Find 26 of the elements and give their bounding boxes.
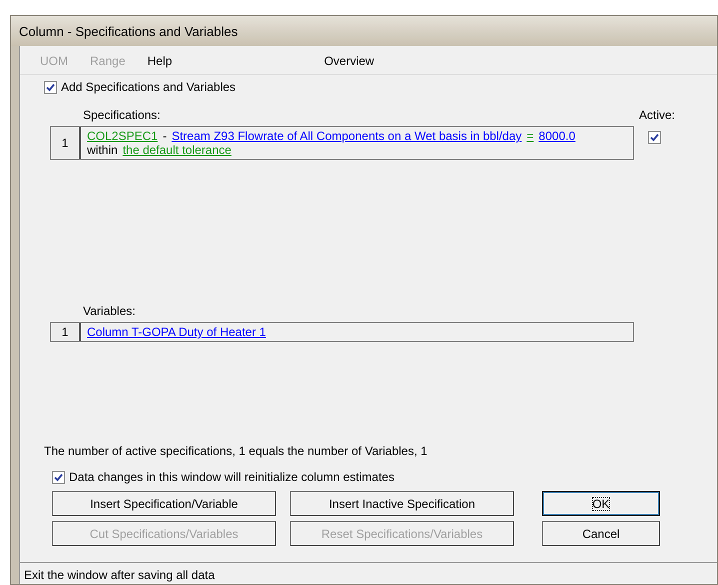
link[interactable]: Stream Z93 Flowrate of All Components on a Wet basis in bbl/day [172,129,522,143]
link[interactable]: 8000.0 [538,129,576,143]
row-number: 1 [51,127,81,159]
specification-row[interactable]: 1 COL2SPEC1 - Stream Z93 Flowrate of All Components on a Wet basis in bbl/day = 8000.0 within the default tolerance [50,126,634,160]
button[interactable]: OK [542,491,660,516]
summary-text: The number of active specifications, 1 equals the number of Variables, 1 [43,443,428,460]
menu-item[interactable]: Help [139,52,180,70]
checkbox[interactable] [52,470,65,484]
window-title: Column - Specifications and Variables [11,16,717,46]
menu-item[interactable]: Overview [316,52,382,70]
button[interactable]: Cancel [542,521,660,546]
button[interactable]: Insert Inactive Specification [290,491,514,516]
active-label: Active: [638,107,675,124]
checkbox[interactable] [44,80,57,94]
active-checkbox[interactable] [648,131,661,144]
checkbox-label: Add Specifications and Variables [61,79,236,96]
link[interactable]: Column T-GOPA Duty of Heater 1 [87,325,266,339]
checkbox-label: Data changes in this window will reinitialize column estimates [69,469,394,486]
variable-row[interactable]: 1 Column T-GOPA Duty of Heater 1 [50,322,634,342]
text: within [87,143,118,157]
row-number: 1 [51,323,81,341]
text: - [162,129,167,143]
status-bar: Exit the window after saving all data [20,562,717,584]
button[interactable]: Insert Specification/Variable [52,491,276,516]
specifications-label: Specifications: [82,107,160,124]
variables-label: Variables: [82,303,136,320]
